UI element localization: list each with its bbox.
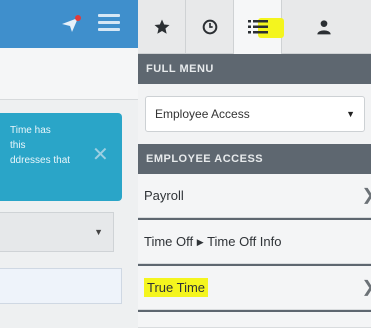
- tab-full-menu[interactable]: [234, 0, 284, 54]
- caret-down-icon: ▼: [346, 109, 355, 119]
- chevron-right-icon: ❯: [362, 174, 371, 218]
- menu-item-payroll[interactable]: Payroll ❯: [138, 174, 371, 218]
- caret-down-icon: ▼: [94, 227, 103, 237]
- menu-item-label: True Time: [144, 278, 209, 297]
- background-input[interactable]: [0, 268, 122, 304]
- full-menu-header: FULL MENU: [138, 54, 371, 84]
- breadcrumb-separator-icon: ▶: [196, 237, 204, 247]
- menu-tabs: [138, 0, 371, 54]
- alert-line: Time has: [10, 125, 51, 136]
- employee-access-header: EMPLOYEE ACCESS: [138, 144, 371, 174]
- hamburger-menu-icon[interactable]: [98, 14, 120, 32]
- background-dropdown[interactable]: ▼: [0, 212, 114, 252]
- alert-line: this: [10, 140, 26, 151]
- menu-item-label: Time Off: [144, 234, 194, 249]
- send-icon[interactable]: [60, 14, 82, 34]
- sub-toolbar: [0, 48, 138, 100]
- tab-favorites[interactable]: [138, 0, 186, 54]
- list-icon: [247, 20, 268, 34]
- alert-line: ddresses that: [10, 155, 71, 166]
- menu-item-next[interactable]: [138, 312, 371, 328]
- menu-item-label: Payroll: [144, 188, 184, 203]
- info-alert: Time has this ddresses that ✕: [0, 113, 122, 201]
- dropdown-value: Employee Access: [155, 107, 250, 121]
- menu-item-sublabel: Time Off Info: [207, 234, 282, 249]
- alert-text: Time has this ddresses that: [10, 123, 88, 168]
- user-icon: [317, 20, 331, 35]
- menu-item-true-time[interactable]: True Time ❯: [138, 266, 371, 310]
- menu-section-dropdown[interactable]: Employee Access ▼: [145, 96, 365, 132]
- chevron-right-icon: ❯: [362, 266, 371, 310]
- app-header: [0, 0, 138, 48]
- tab-recent[interactable]: [186, 0, 234, 54]
- menu-panel: FULL MENU Employee Access ▼ EMPLOYEE ACC…: [138, 0, 371, 328]
- close-icon[interactable]: ✕: [92, 145, 109, 165]
- star-icon: [154, 19, 169, 34]
- menu-item-time-off-info[interactable]: Time Off ▶ Time Off Info: [138, 220, 371, 264]
- clock-icon: [202, 19, 217, 35]
- background-app: Time has this ddresses that ✕ ▼: [0, 0, 138, 328]
- tab-profile[interactable]: [282, 0, 371, 54]
- menu-select-container: Employee Access ▼: [138, 84, 371, 144]
